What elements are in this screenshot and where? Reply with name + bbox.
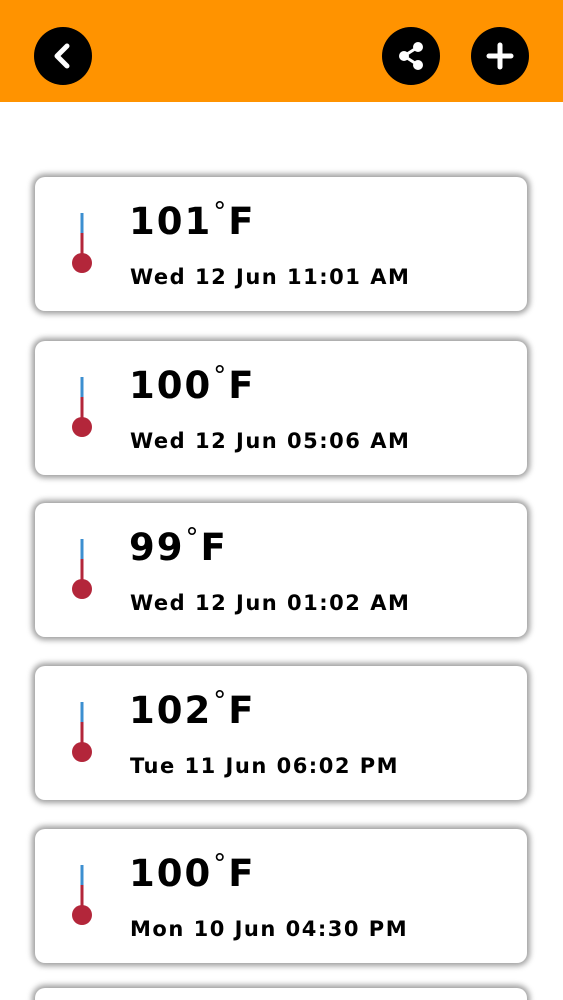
back-button[interactable] <box>34 27 92 85</box>
temperature-value: 102°F <box>129 686 256 732</box>
reading-card[interactable]: 100°F Wed 12 Jun 05:06 AM <box>35 341 527 475</box>
share-button[interactable] <box>382 27 440 85</box>
reading-timestamp: Mon 10 Jun 04:30 PM <box>130 917 409 941</box>
temperature-value: 99°F <box>129 523 228 569</box>
reading-card[interactable]: 102°F Tue 11 Jun 06:02 PM <box>35 666 527 800</box>
thermometer-icon <box>72 377 92 437</box>
thermometer-icon <box>72 702 92 762</box>
add-reading-button[interactable] <box>471 27 529 85</box>
top-app-bar <box>0 0 563 102</box>
reading-timestamp: Wed 12 Jun 05:06 AM <box>130 429 411 453</box>
reading-timestamp: Tue 11 Jun 06:02 PM <box>130 754 400 778</box>
temperature-value: 101°F <box>129 197 256 243</box>
reading-card[interactable]: 99°F Wed 12 Jun 01:02 AM <box>35 503 527 637</box>
thermometer-icon <box>72 539 92 599</box>
reading-card[interactable]: 100°F Mon 10 Jun 04:30 PM <box>35 829 527 963</box>
reading-timestamp: Wed 12 Jun 01:02 AM <box>130 591 411 615</box>
reading-timestamp: Wed 12 Jun 11:01 AM <box>130 265 411 289</box>
plus-icon <box>486 42 514 70</box>
chevron-left-icon <box>54 43 70 69</box>
readings-list[interactable]: 101°F Wed 12 Jun 11:01 AM 100°F Wed 12 J… <box>0 102 563 1000</box>
reading-card[interactable]: 101°F Wed 12 Jun 11:01 AM <box>35 177 527 311</box>
thermometer-icon <box>72 865 92 925</box>
share-icon <box>399 42 423 70</box>
temperature-value: 100°F <box>129 361 256 407</box>
reading-card-partial[interactable] <box>35 988 527 1000</box>
thermometer-icon <box>72 213 92 273</box>
temperature-value: 100°F <box>129 849 256 895</box>
